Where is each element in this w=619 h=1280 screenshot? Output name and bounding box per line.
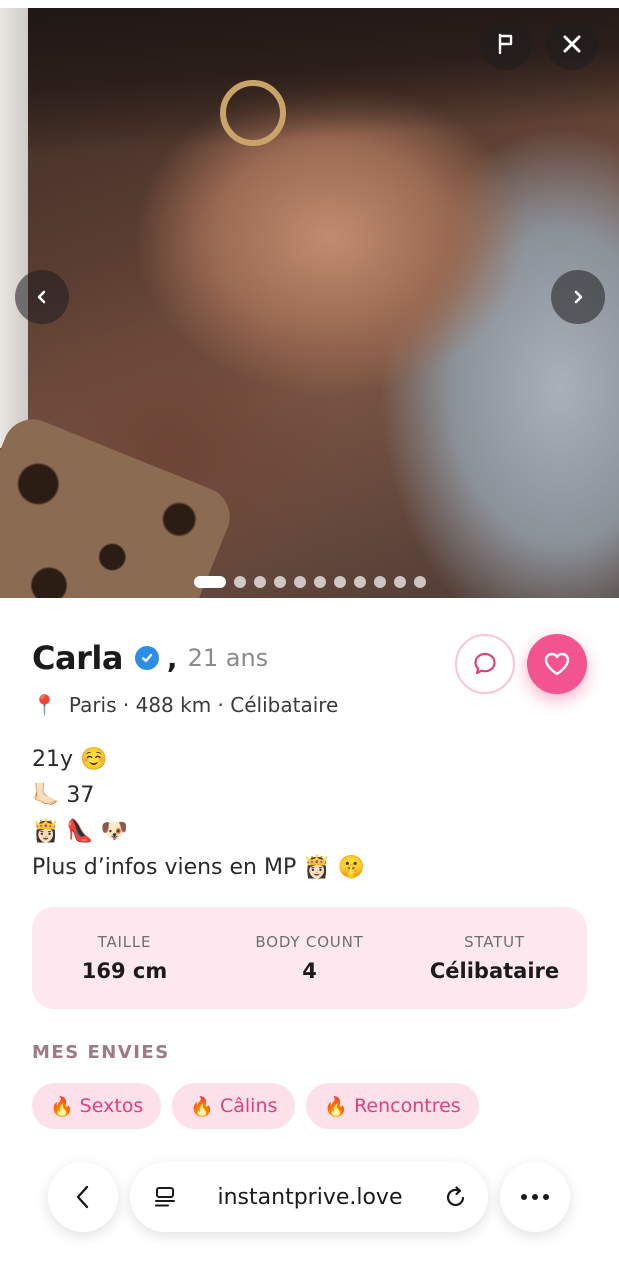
name-separator: , [166,641,178,675]
stat-status: STATUT Célibataire [402,933,587,983]
browser-back-button[interactable] [48,1162,118,1232]
envie-chip-calins[interactable]: 🔥 Câlins [172,1083,296,1129]
chip-label: Câlins [219,1095,278,1117]
profile-bio: 21y ☺️ 🦶🏻 37 👸🏻 👠 🐶 Plus d’infos viens e… [32,742,452,886]
close-icon [563,35,581,53]
like-button[interactable] [527,634,587,694]
pagination-dot[interactable] [293,576,306,588]
report-button[interactable] [480,18,532,70]
tabs-icon[interactable] [152,1184,178,1210]
pagination-dot[interactable] [373,576,386,588]
photo-pagination [0,574,619,590]
browser-toolbar: instantprive.love [0,1150,619,1260]
back-arrow-icon [76,1185,89,1209]
stat-label: BODY COUNT [255,933,364,951]
previous-photo-button[interactable] [15,270,69,324]
pagination-dot[interactable] [333,576,346,588]
profile-age: 21 ans [187,644,269,672]
pin-icon: 📍 [32,693,57,717]
stat-value: 169 cm [81,959,168,983]
pagination-dot[interactable] [253,576,266,588]
chip-label: Rencontres [354,1095,461,1117]
stat-label: TAILLE [97,933,152,951]
heart-icon [544,652,570,676]
pagination-dot[interactable] [193,576,226,588]
profile-photo[interactable] [0,8,619,598]
stat-height: TAILLE 169 cm [32,933,217,983]
location-text: Paris · 488 km · Célibataire [68,693,339,717]
fire-icon: 🔥 [190,1095,214,1118]
chip-label: Sextos [79,1095,144,1117]
profile-name: Carla [32,639,123,677]
profile-header: Carla , 21 ans [32,634,268,682]
reload-icon[interactable] [442,1183,470,1211]
envies-chips: 🔥 Sextos 🔥 Câlins 🔥 Rencontres [32,1083,479,1129]
pagination-dot[interactable] [413,576,426,588]
bio-line: Plus d’infos viens en MP 👸🏻 🤫 [32,855,366,880]
verified-badge-icon [134,646,159,670]
photo-earring-shape [220,80,286,146]
pagination-dot[interactable] [233,576,246,588]
photo-background-wall [0,8,28,448]
message-button[interactable] [455,634,515,694]
pagination-dot[interactable] [273,576,286,588]
chevron-right-icon [574,290,583,304]
stat-value: 4 [302,959,317,983]
url-text: instantprive.love [217,1184,403,1210]
stat-label: STATUT [464,933,525,951]
pagination-dot[interactable] [353,576,366,588]
chevron-left-icon [37,290,46,304]
envie-chip-sextos[interactable]: 🔥 Sextos [32,1083,162,1129]
photo-clothing-shape [0,410,239,598]
browser-more-button[interactable] [500,1162,570,1232]
more-dots-icon [521,1194,549,1200]
close-button[interactable] [546,18,598,70]
fire-icon: 🔥 [324,1095,349,1118]
stat-value: Célibataire [429,959,560,983]
envies-section-title: MES ENVIES [32,1042,170,1063]
envie-chip-rencontres[interactable]: 🔥 Rencontres [306,1083,479,1129]
next-photo-button[interactable] [551,270,605,324]
bio-line: 🦶🏻 37 [32,783,95,808]
flag-icon [498,33,513,55]
stat-body-count: BODY COUNT 4 [217,933,402,983]
pagination-dot[interactable] [313,576,326,588]
address-bar[interactable]: instantprive.love [130,1162,488,1232]
chat-bubble-icon [474,652,496,675]
location-row: 📍 Paris · 488 km · Célibataire [32,690,338,720]
fire-icon: 🔥 [50,1095,74,1118]
pagination-dot[interactable] [393,576,406,588]
stats-card: TAILLE 169 cm BODY COUNT 4 STATUT Céliba… [32,907,587,1009]
bio-line: 21y ☺️ [32,747,108,772]
bio-line: 👸🏻 👠 🐶 [32,819,129,844]
